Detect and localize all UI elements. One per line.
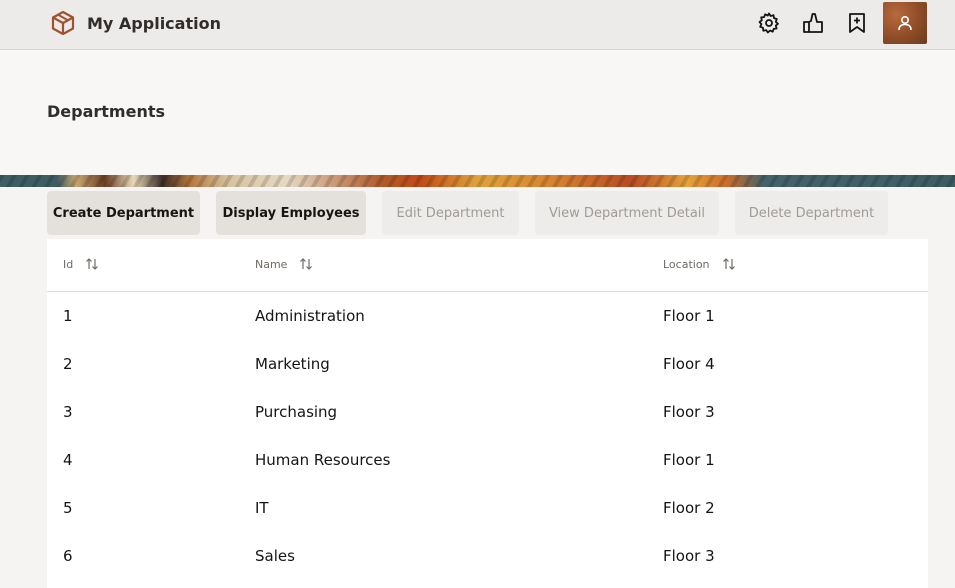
departments-table: Id Name Location 1 Administration Floor … [47,239,928,588]
gear-icon [758,12,779,34]
table-row[interactable]: 6 Sales Floor 3 [47,532,928,580]
table-row[interactable]: 5 IT Floor 2 [47,484,928,532]
sort-icon[interactable] [85,257,99,271]
cell-id: 4 [63,451,73,469]
app-title: My Application [87,13,221,33]
table-row[interactable]: 1 Administration Floor 1 [47,292,928,340]
column-header-location[interactable]: Location [663,257,736,271]
column-header-label: Name [255,257,288,271]
bookmark-button[interactable] [842,3,872,43]
cell-id: 5 [63,499,73,517]
page-title-area: Departments [0,50,955,175]
column-header-label: Id [63,257,74,271]
cell-id: 6 [63,547,73,565]
feedback-button[interactable] [798,3,828,43]
bookmark-add-icon [849,13,865,33]
cell-name: Marketing [255,355,330,373]
action-toolbar: Create Department Display Employees Edit… [47,191,904,235]
table-header: Id Name Location [47,239,928,292]
cell-location: Floor 4 [663,355,715,373]
cell-id: 1 [63,307,73,325]
cell-location: Floor 3 [663,403,715,421]
app-header: My Application [0,0,955,50]
cell-id: 2 [63,355,73,373]
view-department-detail-button[interactable]: View Department Detail [535,191,719,235]
sort-icon[interactable] [299,257,313,271]
cell-name: Human Resources [255,451,391,469]
column-header-id[interactable]: Id [63,257,99,271]
user-avatar-button[interactable] [883,2,927,44]
box-logo-icon [51,10,75,36]
create-department-button[interactable]: Create Department [47,191,200,235]
banner-pattern [0,175,955,187]
header-actions [740,2,927,44]
cell-location: Floor 2 [663,499,715,517]
cell-name: Purchasing [255,403,338,421]
cell-name: Administration [255,307,365,325]
display-employees-button[interactable]: Display Employees [216,191,366,235]
table-row[interactable]: 4 Human Resources Floor 1 [47,436,928,484]
cell-location: Floor 3 [663,547,715,565]
settings-button[interactable] [754,3,784,43]
sort-icon[interactable] [722,257,736,271]
edit-department-button[interactable]: Edit Department [382,191,519,235]
cell-id: 3 [63,403,73,421]
brand: My Application [49,9,221,37]
cell-location: Floor 1 [663,451,715,469]
cell-location: Floor 1 [663,307,715,325]
cell-name: IT [255,499,269,517]
column-header-label: Location [663,257,710,271]
delete-department-button[interactable]: Delete Department [735,191,888,235]
page-title: Departments [47,102,166,121]
column-header-name[interactable]: Name [255,257,313,271]
table-row[interactable]: 2 Marketing Floor 4 [47,340,928,388]
cell-name: Sales [255,547,295,565]
thumbs-up-icon [803,13,823,33]
user-icon [898,15,912,31]
table-row[interactable]: 3 Purchasing Floor 3 [47,388,928,436]
